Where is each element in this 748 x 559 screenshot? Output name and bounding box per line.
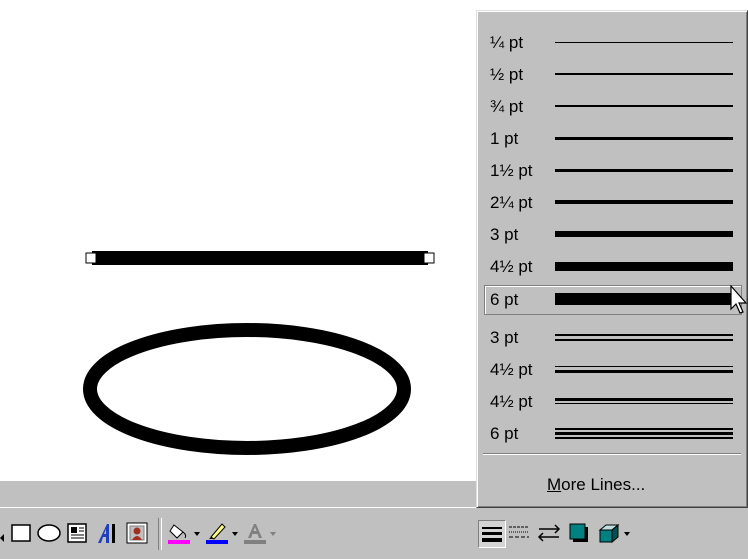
line-style-item[interactable]: ¾ pt xyxy=(485,93,741,121)
line-sample xyxy=(555,231,733,237)
horizontal-scrollbar[interactable] xyxy=(0,480,480,508)
resize-handle-right[interactable] xyxy=(423,252,435,264)
font-color-swatch xyxy=(244,540,266,544)
line-sample xyxy=(555,169,733,172)
wordart-icon[interactable] xyxy=(94,520,120,546)
mouse-pointer-icon xyxy=(730,285,748,314)
drawing-toolbar xyxy=(0,507,748,559)
rectangle-icon[interactable] xyxy=(8,520,34,546)
3d-dropdown-arrow[interactable] xyxy=(624,532,630,536)
line-sample xyxy=(555,137,733,140)
line-style-item[interactable]: 2¼ pt xyxy=(485,189,741,217)
line-style-item[interactable]: 6 pt xyxy=(484,285,742,315)
line-sample xyxy=(555,428,733,430)
more-lines-label: More Lines... xyxy=(547,475,646,494)
toolbar-separator xyxy=(158,518,162,550)
fill-color-dropdown-arrow[interactable] xyxy=(194,532,200,536)
line-style-item[interactable]: 1 pt xyxy=(485,125,741,153)
menu-separator xyxy=(483,453,741,455)
font-color-icon[interactable] xyxy=(242,520,268,546)
line-sample xyxy=(555,105,733,107)
line-color-dropdown-arrow[interactable] xyxy=(232,532,238,536)
toolbar-edge xyxy=(0,520,8,546)
line-sample xyxy=(555,200,733,204)
line-style-label: 4½ pt xyxy=(490,392,535,411)
line-style-dropdown: ¼ pt ½ pt ¾ pt 1 pt 1½ pt 2¼ pt 3 pt 4½ pt 6 pt 3… xyxy=(476,10,748,508)
oval-icon[interactable] xyxy=(36,520,62,546)
line-color-icon[interactable] xyxy=(204,520,230,546)
line-style-label: ¼ pt xyxy=(490,33,526,52)
oval-shape[interactable] xyxy=(83,323,411,455)
line-sample xyxy=(555,437,733,439)
line-style-item[interactable]: ½ pt xyxy=(485,61,741,89)
line-style-label: 2¼ pt xyxy=(490,193,535,212)
line-sample xyxy=(555,366,733,367)
selected-line-shape[interactable] xyxy=(92,251,428,265)
line-sample xyxy=(555,398,733,401)
text-box-icon[interactable] xyxy=(64,520,90,546)
line-style-icon[interactable] xyxy=(478,520,506,548)
line-sample xyxy=(555,42,733,43)
line-sample xyxy=(555,370,733,373)
line-style-label: ½ pt xyxy=(490,65,526,84)
line-sample xyxy=(555,293,733,305)
line-style-item[interactable]: 4½ pt xyxy=(485,253,741,281)
shadow-icon[interactable] xyxy=(566,520,592,546)
line-style-item[interactable]: 1½ pt xyxy=(485,157,741,185)
fill-color-swatch xyxy=(168,540,190,544)
line-sample xyxy=(555,432,733,435)
line-style-label: 3 pt xyxy=(490,328,521,347)
arrow-style-icon[interactable] xyxy=(536,520,562,546)
font-color-dropdown-arrow[interactable] xyxy=(270,532,276,536)
line-style-label: 6 pt xyxy=(490,290,521,309)
line-sample xyxy=(555,73,733,75)
line-style-item[interactable]: 4½ pt xyxy=(485,388,741,416)
line-style-label: 4½ pt xyxy=(490,360,535,379)
line-style-label: 6 pt xyxy=(490,424,521,443)
resize-handle-left[interactable] xyxy=(85,252,97,264)
dash-style-icon[interactable] xyxy=(506,520,532,546)
line-sample xyxy=(555,262,733,271)
line-style-item[interactable]: ¼ pt xyxy=(485,29,741,57)
line-sample xyxy=(555,334,733,336)
line-sample xyxy=(555,339,733,341)
line-style-label: 1 pt xyxy=(490,129,521,148)
fill-color-icon[interactable] xyxy=(166,520,192,546)
line-style-item[interactable]: 6 pt xyxy=(485,420,741,448)
3d-icon[interactable] xyxy=(596,520,622,546)
more-lines-menu-item[interactable]: More Lines... xyxy=(547,475,645,495)
line-style-label: 3 pt xyxy=(490,225,521,244)
line-style-item[interactable]: 4½ pt xyxy=(485,356,741,384)
clip-art-icon[interactable] xyxy=(124,520,150,546)
line-color-swatch xyxy=(206,540,228,544)
line-style-label: 4½ pt xyxy=(490,257,535,276)
line-style-item[interactable]: 3 pt xyxy=(485,324,741,352)
line-sample xyxy=(555,403,733,404)
line-style-item[interactable]: 3 pt xyxy=(485,221,741,249)
line-style-label: ¾ pt xyxy=(490,97,526,116)
line-style-label: 1½ pt xyxy=(490,161,535,180)
